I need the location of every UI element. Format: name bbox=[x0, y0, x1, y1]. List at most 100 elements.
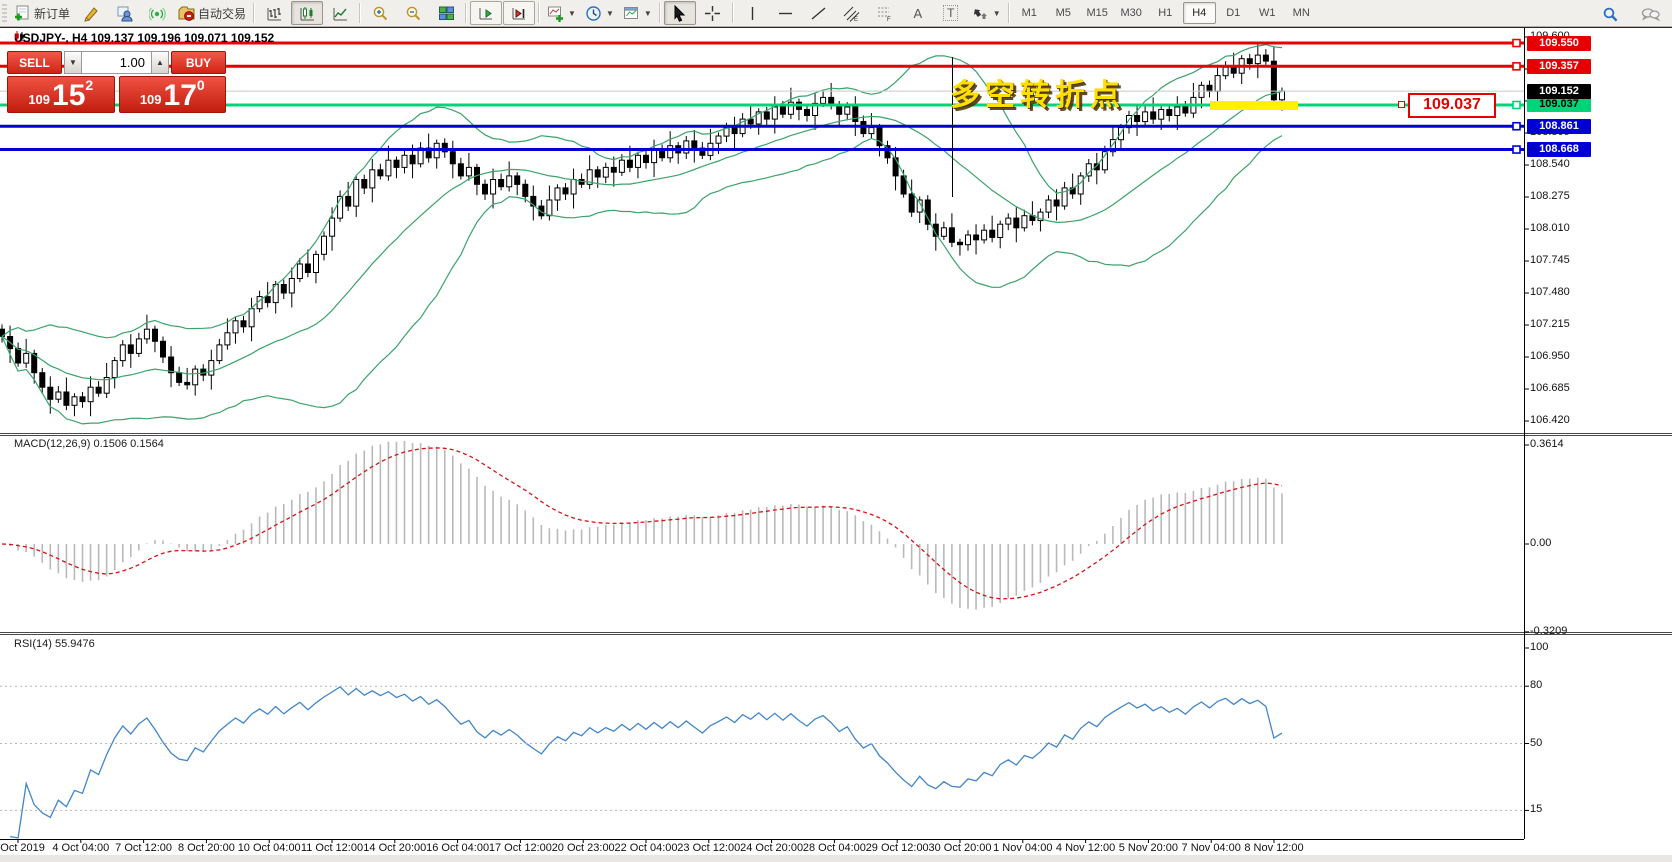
indicators-icon bbox=[547, 5, 564, 22]
vertical-line-icon bbox=[744, 5, 761, 22]
main-toolbar: 新订单 自动交易 ▼ ▼ bbox=[0, 0, 1672, 27]
fibonacci-tool-button[interactable]: F bbox=[869, 1, 901, 25]
volume-input[interactable]: 1.00 bbox=[82, 51, 151, 74]
equidistant-channel-icon: E bbox=[843, 5, 860, 22]
chart-symbol-title: USDJPY-, H4 109.137 109.196 109.071 109.… bbox=[14, 31, 274, 45]
highlighter-icon bbox=[83, 5, 100, 22]
timeframe-h1-button[interactable]: H1 bbox=[1149, 2, 1182, 24]
templates-button[interactable]: ▼ bbox=[619, 1, 656, 25]
candle-chart-button[interactable] bbox=[291, 1, 323, 25]
templates-caret: ▼ bbox=[644, 9, 652, 18]
toolbar-separator bbox=[359, 3, 361, 23]
zoom-out-button[interactable] bbox=[397, 1, 429, 25]
trendline-tool-button[interactable] bbox=[803, 1, 835, 25]
sell-price-big: 15 bbox=[52, 82, 85, 110]
rsi-label: RSI(14) 55.9476 bbox=[14, 638, 95, 650]
buy-button[interactable]: BUY bbox=[171, 51, 226, 74]
toolbar-separator bbox=[659, 3, 661, 23]
bar-chart-icon bbox=[266, 5, 283, 22]
toolbar-drag-handle[interactable] bbox=[2, 4, 7, 22]
chart-title-text: USDJPY-, H4 109.137 109.196 109.071 109.… bbox=[14, 31, 274, 45]
tile-windows-button[interactable] bbox=[430, 1, 462, 25]
new-order-icon bbox=[14, 5, 31, 22]
search-button[interactable] bbox=[1594, 2, 1626, 26]
crosshair-tool-button[interactable] bbox=[697, 1, 729, 25]
profile-icon bbox=[116, 5, 133, 22]
toolbar-separator bbox=[732, 3, 734, 23]
toolbar-separator bbox=[465, 3, 467, 23]
templates-icon bbox=[623, 5, 640, 22]
toolbar-separator bbox=[253, 3, 255, 23]
new-order-label: 新订单 bbox=[34, 5, 70, 22]
auto-scroll-button[interactable] bbox=[470, 1, 502, 25]
vertical-line-tool-button[interactable] bbox=[737, 1, 769, 25]
crosshair-icon bbox=[704, 5, 721, 22]
toolbar-separator bbox=[538, 3, 540, 23]
channel-tool-button[interactable]: E bbox=[836, 1, 868, 25]
timeframe-h4-button[interactable]: H4 bbox=[1183, 2, 1216, 24]
sell-button[interactable]: SELL bbox=[7, 51, 62, 74]
label-tool-label: T bbox=[943, 5, 958, 21]
volume-down-button[interactable]: ▼ bbox=[64, 51, 82, 74]
timeframe-w1-button[interactable]: W1 bbox=[1251, 2, 1284, 24]
timeframe-m15-button[interactable]: M15 bbox=[1081, 2, 1114, 24]
chart-window: USDJPY-, H4 109.137 109.196 109.071 109.… bbox=[0, 26, 1672, 860]
arrows-icon bbox=[972, 5, 989, 22]
macd-label: MACD(12,26,9) 0.1506 0.1564 bbox=[14, 438, 164, 450]
volume-up-button[interactable]: ▲ bbox=[151, 51, 169, 74]
chart-shift-button[interactable] bbox=[503, 1, 535, 25]
highlight-bar[interactable] bbox=[1210, 101, 1298, 110]
chart-shift-icon bbox=[511, 5, 528, 22]
chart-plot[interactable] bbox=[0, 28, 1672, 860]
price-callout[interactable]: 109.037 bbox=[1408, 93, 1496, 118]
buy-price-big: 17 bbox=[164, 82, 197, 110]
buy-price-sup: 0 bbox=[197, 79, 205, 91]
cursor-tool-button[interactable] bbox=[664, 1, 696, 25]
timeframe-d1-button[interactable]: D1 bbox=[1217, 2, 1250, 24]
auto-trading-icon bbox=[178, 5, 195, 22]
auto-trading-label: 自动交易 bbox=[198, 5, 246, 22]
bar-chart-button[interactable] bbox=[258, 1, 290, 25]
toolbar-separator bbox=[1008, 3, 1010, 23]
arrows-tool-button[interactable]: ▼ bbox=[968, 1, 1005, 25]
periods-caret: ▼ bbox=[606, 9, 614, 18]
line-chart-button[interactable] bbox=[324, 1, 356, 25]
buy-price-display[interactable]: 109 17 0 bbox=[119, 76, 227, 113]
periods-button[interactable]: ▼ bbox=[581, 1, 618, 25]
zoom-in-icon bbox=[372, 5, 389, 22]
clock-icon bbox=[585, 5, 602, 22]
new-order-button[interactable]: 新订单 bbox=[10, 1, 74, 25]
timeframe-m30-button[interactable]: M30 bbox=[1115, 2, 1148, 24]
timeframe-m5-button[interactable]: M5 bbox=[1047, 2, 1080, 24]
auto-scroll-icon bbox=[478, 5, 495, 22]
timeframe-mn-button[interactable]: MN bbox=[1285, 2, 1318, 24]
window-bottom-edge bbox=[0, 855, 1672, 862]
chat-button[interactable] bbox=[1634, 2, 1666, 26]
candle-chart-icon bbox=[299, 5, 316, 22]
timeframe-m1-button[interactable]: M1 bbox=[1013, 2, 1046, 24]
signal-button[interactable] bbox=[141, 1, 173, 25]
text-tool-label: A bbox=[913, 6, 922, 21]
indicators-caret: ▼ bbox=[568, 9, 576, 18]
label-tool-button[interactable]: T bbox=[935, 1, 967, 25]
fibonacci-icon: F bbox=[876, 5, 893, 22]
svg-text:F: F bbox=[887, 17, 891, 22]
sell-price-small: 109 bbox=[28, 90, 50, 110]
price-callout-anchor[interactable] bbox=[1398, 101, 1405, 108]
signal-icon bbox=[149, 5, 166, 22]
text-tool-button[interactable]: A bbox=[902, 1, 934, 25]
one-click-trading-panel: SELL ▼ 1.00 ▲ BUY 109 15 2 109 17 0 bbox=[7, 51, 226, 113]
auto-trading-button[interactable]: 自动交易 bbox=[174, 1, 250, 25]
horizontal-line-icon bbox=[777, 5, 794, 22]
profile-button[interactable] bbox=[108, 1, 140, 25]
trendline-icon bbox=[810, 5, 827, 22]
zoom-in-button[interactable] bbox=[364, 1, 396, 25]
horizontal-line-tool-button[interactable] bbox=[770, 1, 802, 25]
search-icon bbox=[1602, 6, 1619, 23]
svg-text:E: E bbox=[854, 17, 858, 22]
sell-price-sup: 2 bbox=[85, 79, 93, 91]
indicators-button[interactable]: ▼ bbox=[543, 1, 580, 25]
annotation-text[interactable]: 多空转折点 bbox=[950, 70, 1125, 114]
sell-price-display[interactable]: 109 15 2 bbox=[7, 76, 115, 113]
highlighter-button[interactable] bbox=[75, 1, 107, 25]
